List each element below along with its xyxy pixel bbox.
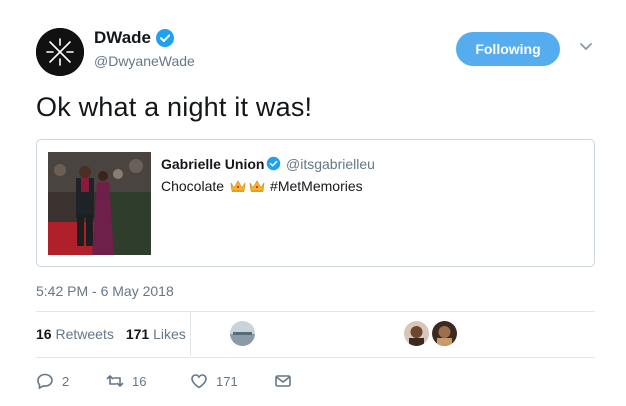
verified-badge-icon	[266, 156, 281, 171]
liker-avatar[interactable]	[432, 321, 457, 346]
quoted-tweet-text: Chocolate #MetMemories	[161, 178, 363, 194]
quoted-tweet-card[interactable]: Gabrielle Union @itsgabrielleu Chocolate…	[36, 139, 595, 267]
crown-emoji-icon	[230, 180, 246, 192]
retweet-count: 16	[132, 373, 147, 389]
reply-count: 2	[62, 373, 70, 389]
quoted-text-prefix: Chocolate	[161, 178, 225, 194]
likes-count: 171	[125, 326, 150, 342]
tweet-text: Ok what a night it was!	[36, 92, 313, 122]
retweets-stat[interactable]: 16 Retweets	[36, 326, 114, 342]
divider	[36, 311, 595, 312]
retweet-icon	[106, 375, 124, 387]
tweet-timestamp[interactable]: 5:42 PM - 6 May 2018	[36, 283, 174, 299]
quoted-author-handle[interactable]: @itsgabrielleu	[286, 156, 375, 172]
likes-stat[interactable]: 171 Likes	[126, 326, 186, 342]
following-button[interactable]: Following	[456, 32, 560, 66]
like-button[interactable]: 171	[190, 372, 274, 390]
author-avatar[interactable]	[36, 28, 84, 76]
reply-icon	[37, 373, 53, 390]
retweet-button[interactable]: 16	[106, 372, 190, 390]
retweeter-avatar[interactable]	[230, 321, 255, 346]
reply-button[interactable]: 2	[36, 372, 106, 390]
likes-label: Likes	[153, 326, 186, 342]
quoted-tweet-photo[interactable]	[48, 152, 151, 255]
x-logo-icon	[36, 28, 84, 76]
chevron-down-icon[interactable]	[579, 42, 593, 52]
heart-icon	[191, 374, 207, 389]
envelope-icon	[275, 375, 291, 387]
like-count: 171	[216, 373, 238, 389]
hashtag-link[interactable]: #MetMemories	[270, 178, 363, 194]
direct-message-button[interactable]	[274, 372, 292, 390]
divider	[36, 357, 595, 358]
liker-avatar[interactable]	[404, 321, 429, 346]
author-name[interactable]: DWade	[94, 28, 151, 48]
retweets-label: Retweets	[55, 326, 114, 342]
retweets-count: 16	[36, 326, 52, 342]
crown-emoji-icon	[249, 180, 265, 192]
verified-badge-icon	[156, 29, 174, 47]
tweet-stats: 16 Retweets 171 Likes	[36, 326, 186, 342]
author-handle[interactable]: @DwyaneWade	[94, 53, 195, 69]
quoted-author-name[interactable]: Gabrielle Union	[161, 156, 264, 172]
stats-separator	[190, 311, 191, 356]
tweet-actions: 2 16 171	[36, 372, 292, 390]
